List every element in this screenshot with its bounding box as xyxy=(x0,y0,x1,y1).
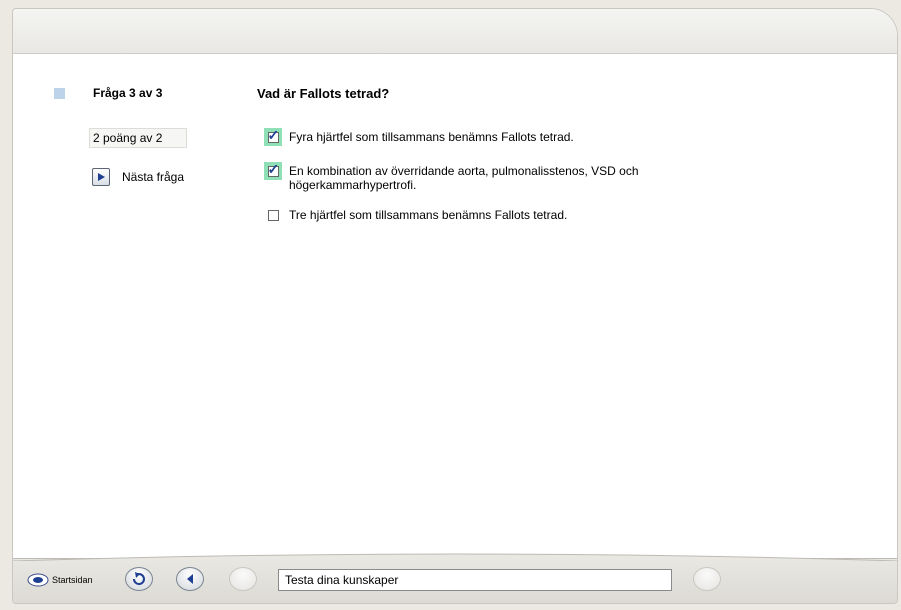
answer-text: Fyra hjärtfel som tillsammans benämns Fa… xyxy=(289,130,574,144)
answer-option-3[interactable]: Tre hjärtfel som tillsammans benämns Fal… xyxy=(264,206,824,224)
question-marker-icon xyxy=(54,88,65,99)
check-mark-icon: ✓ xyxy=(267,160,280,177)
question-title: Vad är Fallots tetrad? xyxy=(257,86,390,101)
refresh-button[interactable] xyxy=(125,567,153,591)
back-button[interactable] xyxy=(176,567,204,591)
answer-option-2[interactable]: ✓ En kombination av överridande aorta, p… xyxy=(264,162,824,202)
back-arrow-icon xyxy=(187,574,193,584)
footer-curve xyxy=(13,553,897,561)
lesson-window: Fråga 3 av 3 Vad är Fallots tetrad? 2 po… xyxy=(12,8,898,604)
answer-option-1[interactable]: ✓ Fyra hjärtfel som tillsammans benämns … xyxy=(264,128,824,150)
score-display: 2 poäng av 2 xyxy=(89,128,187,148)
play-icon xyxy=(92,168,110,186)
correct-highlight: ✓ xyxy=(264,128,282,146)
correct-highlight: ✓ xyxy=(264,162,282,180)
answer-text: Tre hjärtfel som tillsammans benämns Fal… xyxy=(289,208,568,222)
forward-button-disabled xyxy=(229,567,257,591)
footer-bar: Startsidan Testa dina kunskaper xyxy=(13,553,897,603)
header-bar xyxy=(13,9,897,54)
home-label: Startsidan xyxy=(52,575,93,585)
home-link[interactable]: Startsidan xyxy=(27,573,93,587)
question-counter: Fråga 3 av 3 xyxy=(93,86,163,100)
right-button-disabled xyxy=(693,567,721,591)
answer-checkbox[interactable]: ✓ xyxy=(267,162,279,177)
home-icon xyxy=(27,573,49,587)
status-field: Testa dina kunskaper xyxy=(278,569,672,591)
answer-list: ✓ Fyra hjärtfel som tillsammans benämns … xyxy=(264,128,824,224)
checkbox-container xyxy=(264,206,282,224)
next-question-button[interactable]: Nästa fråga xyxy=(92,166,184,188)
check-mark-icon: ✓ xyxy=(267,126,280,143)
answer-text: En kombination av överridande aorta, pul… xyxy=(289,164,639,192)
refresh-icon xyxy=(132,572,145,586)
next-question-label: Nästa fråga xyxy=(122,170,185,184)
answer-checkbox[interactable]: ✓ xyxy=(267,128,279,143)
answer-checkbox[interactable] xyxy=(267,209,279,221)
